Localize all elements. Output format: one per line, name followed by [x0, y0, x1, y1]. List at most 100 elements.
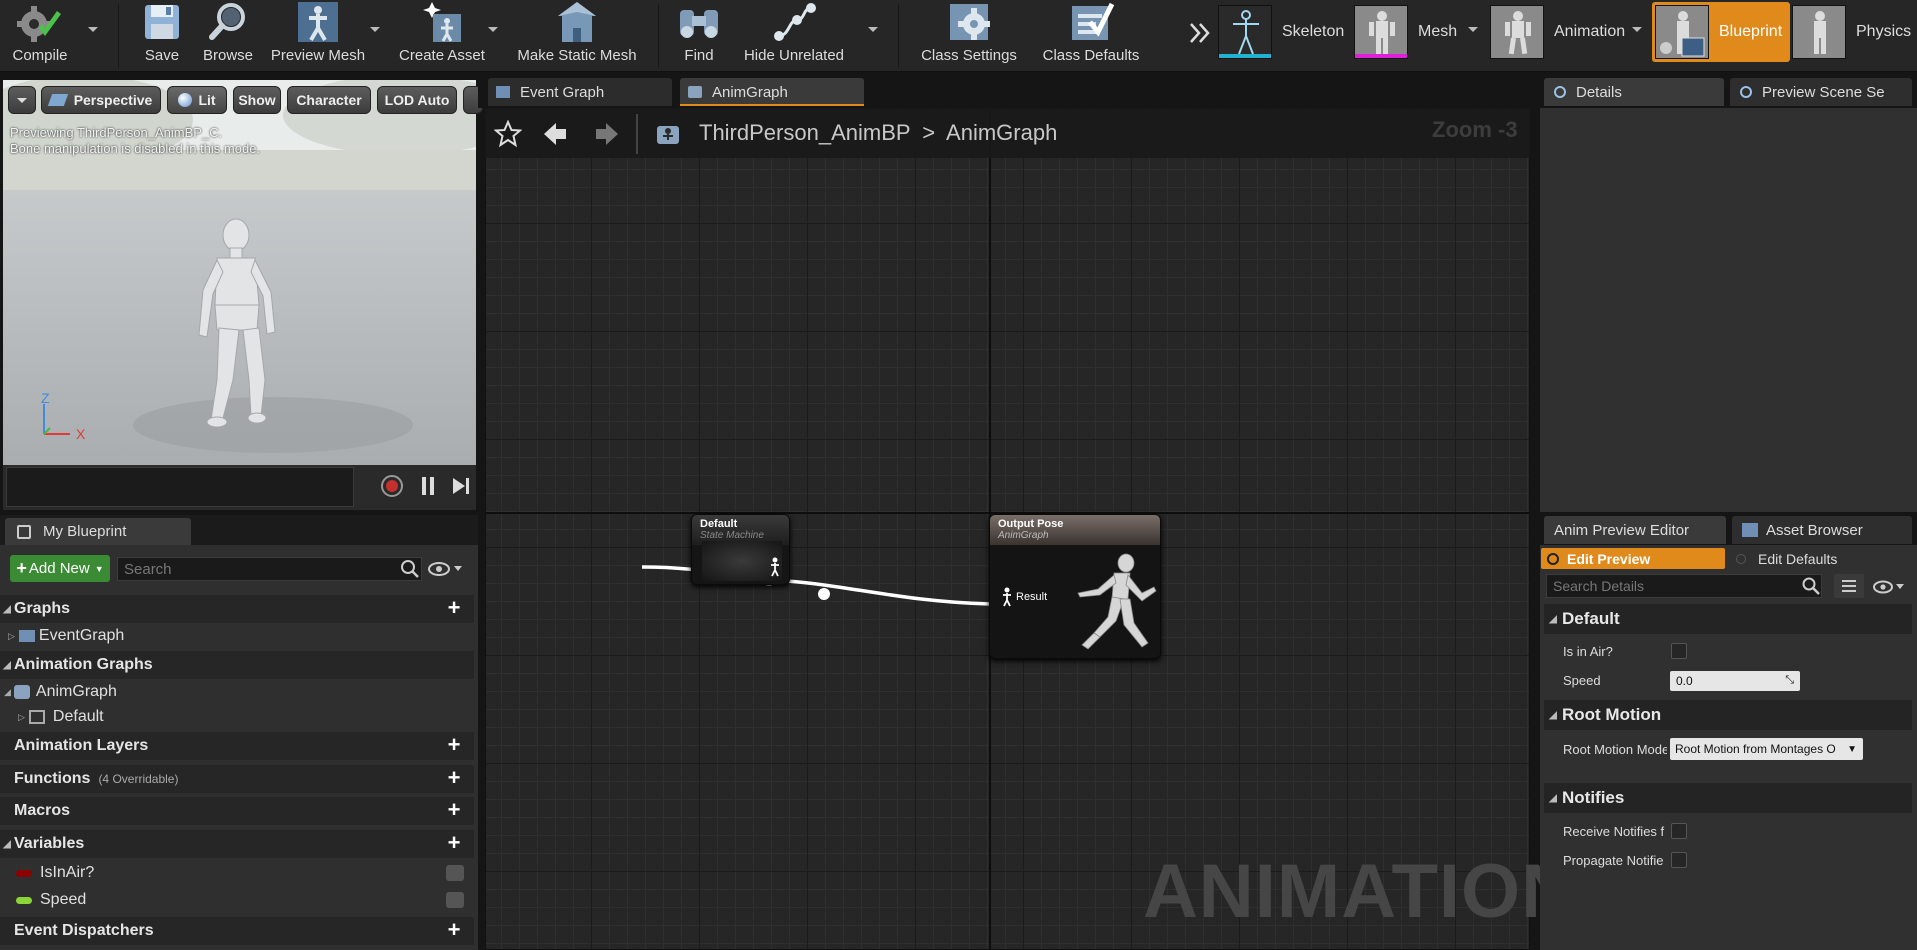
mode-mesh-button[interactable]: Mesh [1354, 3, 1457, 61]
lit-sphere-icon [178, 93, 193, 107]
event-graph-icon [18, 630, 35, 642]
add-function-button[interactable]: + [444, 767, 464, 789]
lod-selector-button[interactable]: LOD Auto [377, 86, 457, 114]
class-defaults-button[interactable]: Class Defaults [1036, 0, 1146, 72]
find-button[interactable]: Find [676, 0, 722, 72]
my-blueprint-search-input[interactable]: Search [117, 557, 422, 581]
mode-physics-button[interactable]: Physics [1792, 3, 1911, 61]
hide-unrelated-dropdown[interactable] [866, 22, 880, 36]
anim-graph-item[interactable]: ◢ AnimGraph [4, 680, 117, 704]
record-button[interactable] [380, 474, 404, 498]
variables-category[interactable]: ◢ Variables + [0, 830, 474, 858]
back-arrow-icon[interactable] [542, 120, 568, 148]
tab-asset-browser[interactable]: Asset Browser [1732, 516, 1912, 544]
add-new-button[interactable]: + Add New ▼ [10, 555, 110, 582]
tab-anim-preview-editor[interactable]: Anim Preview Editor [1544, 516, 1726, 544]
breadcrumb-root[interactable]: ThirdPerson_AnimBP [699, 120, 910, 145]
compile-options-dropdown[interactable] [86, 22, 100, 36]
mode-blueprint-button[interactable]: Blueprint [1652, 2, 1791, 62]
compile-button[interactable]: Compile [4, 0, 76, 72]
add-macro-button[interactable]: + [444, 799, 464, 821]
make-static-mesh-label: Make Static Mesh [517, 47, 637, 64]
preview-mesh-dropdown[interactable] [368, 22, 382, 36]
mode-animation-button[interactable]: Animation [1490, 3, 1625, 61]
save-label: Save [144, 47, 180, 64]
graphs-category[interactable]: ◢ Graphs + [0, 595, 474, 623]
browse-button[interactable]: Browse [198, 0, 258, 72]
root-motion-section-header[interactable]: ◢ Root Motion [1544, 700, 1912, 730]
step-forward-icon[interactable] [450, 474, 472, 498]
preview-mesh-button[interactable]: Preview Mesh [268, 0, 368, 72]
pause-icon[interactable] [418, 474, 438, 498]
modes-overflow-chevron-icon[interactable] [1188, 18, 1212, 48]
root-motion-mode-select[interactable]: Root Motion from Montages O ▼ [1670, 738, 1863, 760]
my-blueprint-tab[interactable]: My Blueprint [5, 518, 191, 545]
hide-unrelated-button[interactable]: Hide Unrelated [740, 0, 848, 72]
add-graph-button[interactable]: + [444, 597, 464, 619]
macros-category[interactable]: Macros + [0, 797, 474, 825]
add-variable-button[interactable]: + [444, 832, 464, 854]
make-static-mesh-button[interactable]: Make Static Mesh [512, 0, 642, 72]
animation-layers-category[interactable]: Animation Layers + [0, 732, 474, 760]
macros-label: Macros [14, 802, 71, 819]
zoom-level-label: Zoom -3 [1432, 117, 1518, 142]
tab-event-graph[interactable]: Event Graph [488, 78, 672, 106]
forward-arrow-icon[interactable] [594, 120, 620, 148]
axis-gizmo: Z X [36, 390, 96, 442]
default-section-header[interactable]: ◢ Default [1544, 604, 1912, 634]
tab-preview-scene-settings[interactable]: Preview Scene Se [1730, 78, 1912, 106]
edit-preview-label: Edit Preview [1567, 550, 1651, 567]
animation-graphs-category[interactable]: ◢ Animation Graphs [0, 651, 474, 679]
variable-speed[interactable]: Speed [16, 888, 472, 912]
timeline-scrub-field[interactable] [6, 467, 354, 507]
add-event-dispatcher-button[interactable]: + [444, 919, 464, 941]
default-state-machine-node[interactable]: Default State Machine [691, 514, 790, 585]
event-graph-item[interactable]: ▷ EventGraph [8, 624, 124, 648]
graphs-label: Graphs [14, 600, 71, 617]
functions-category[interactable]: Functions (4 Overridable) + [0, 765, 474, 793]
mode-skeleton-button[interactable]: Skeleton [1218, 3, 1344, 61]
event-dispatchers-category[interactable]: Event Dispatchers + [0, 917, 474, 945]
pose-input-pin-icon[interactable] [1000, 587, 1014, 607]
anim-blueprint-editor: Compile Save Browse Preview Mesh Create … [0, 0, 1917, 950]
eye-closed-icon[interactable] [446, 892, 464, 908]
speed-value-field[interactable]: 0.0 ⤡ [1670, 671, 1800, 691]
output-pose-node[interactable]: Output Pose AnimGraph Result [989, 514, 1161, 659]
pose-output-pin-icon[interactable] [768, 557, 782, 577]
float-type-pill-icon [16, 896, 32, 904]
variables-label: Variables [14, 835, 85, 852]
show-flags-button[interactable]: Show [233, 86, 281, 114]
lod-label: LOD Auto [384, 92, 450, 108]
notifies-section-header[interactable]: ◢ Notifies [1544, 783, 1912, 813]
preview-mesh-label: Preview Mesh [270, 47, 366, 64]
skeleton-mode-thumbnail [1218, 5, 1272, 59]
tab-details[interactable]: Details [1544, 78, 1724, 106]
propagate-notifies-checkbox[interactable] [1671, 852, 1687, 868]
eye-closed-icon[interactable] [446, 865, 464, 881]
class-settings-button[interactable]: Class Settings [914, 0, 1024, 72]
visibility-eye-icon[interactable] [428, 560, 468, 578]
details-visibility-eye-icon[interactable] [1872, 578, 1912, 596]
variable-is-in-air[interactable]: IsInAir? [16, 861, 472, 885]
favorite-star-icon[interactable] [494, 120, 522, 148]
add-animation-layer-button[interactable]: + [444, 734, 464, 756]
edit-defaults-toggle[interactable]: Edit Defaults [1736, 548, 1912, 569]
edit-preview-toggle[interactable]: Edit Preview [1541, 548, 1725, 569]
character-menu-button[interactable]: Character [287, 86, 371, 114]
perspective-view-button[interactable]: Perspective [41, 86, 161, 114]
viewport-options-dropdown[interactable] [8, 86, 36, 114]
search-details-input[interactable]: Search Details [1546, 574, 1822, 598]
create-asset-button[interactable]: Create Asset [394, 0, 490, 72]
create-asset-dropdown[interactable] [486, 22, 500, 36]
save-button[interactable]: Save [134, 0, 190, 72]
lit-view-mode-button[interactable]: Lit [167, 86, 227, 114]
receive-notifies-checkbox[interactable] [1671, 823, 1687, 839]
mesh-mode-dropdown[interactable] [1466, 22, 1480, 36]
class-settings-label: Class Settings [921, 47, 1017, 64]
default-state-machine-item[interactable]: ▷ Default [18, 705, 104, 729]
is-in-air-checkbox[interactable] [1671, 643, 1687, 659]
collapse-triangle-icon: ◢ [1549, 613, 1557, 625]
property-matrix-icon[interactable] [1834, 574, 1864, 598]
animation-mode-dropdown[interactable] [1630, 22, 1644, 36]
tab-anim-graph[interactable]: AnimGraph [680, 78, 864, 106]
